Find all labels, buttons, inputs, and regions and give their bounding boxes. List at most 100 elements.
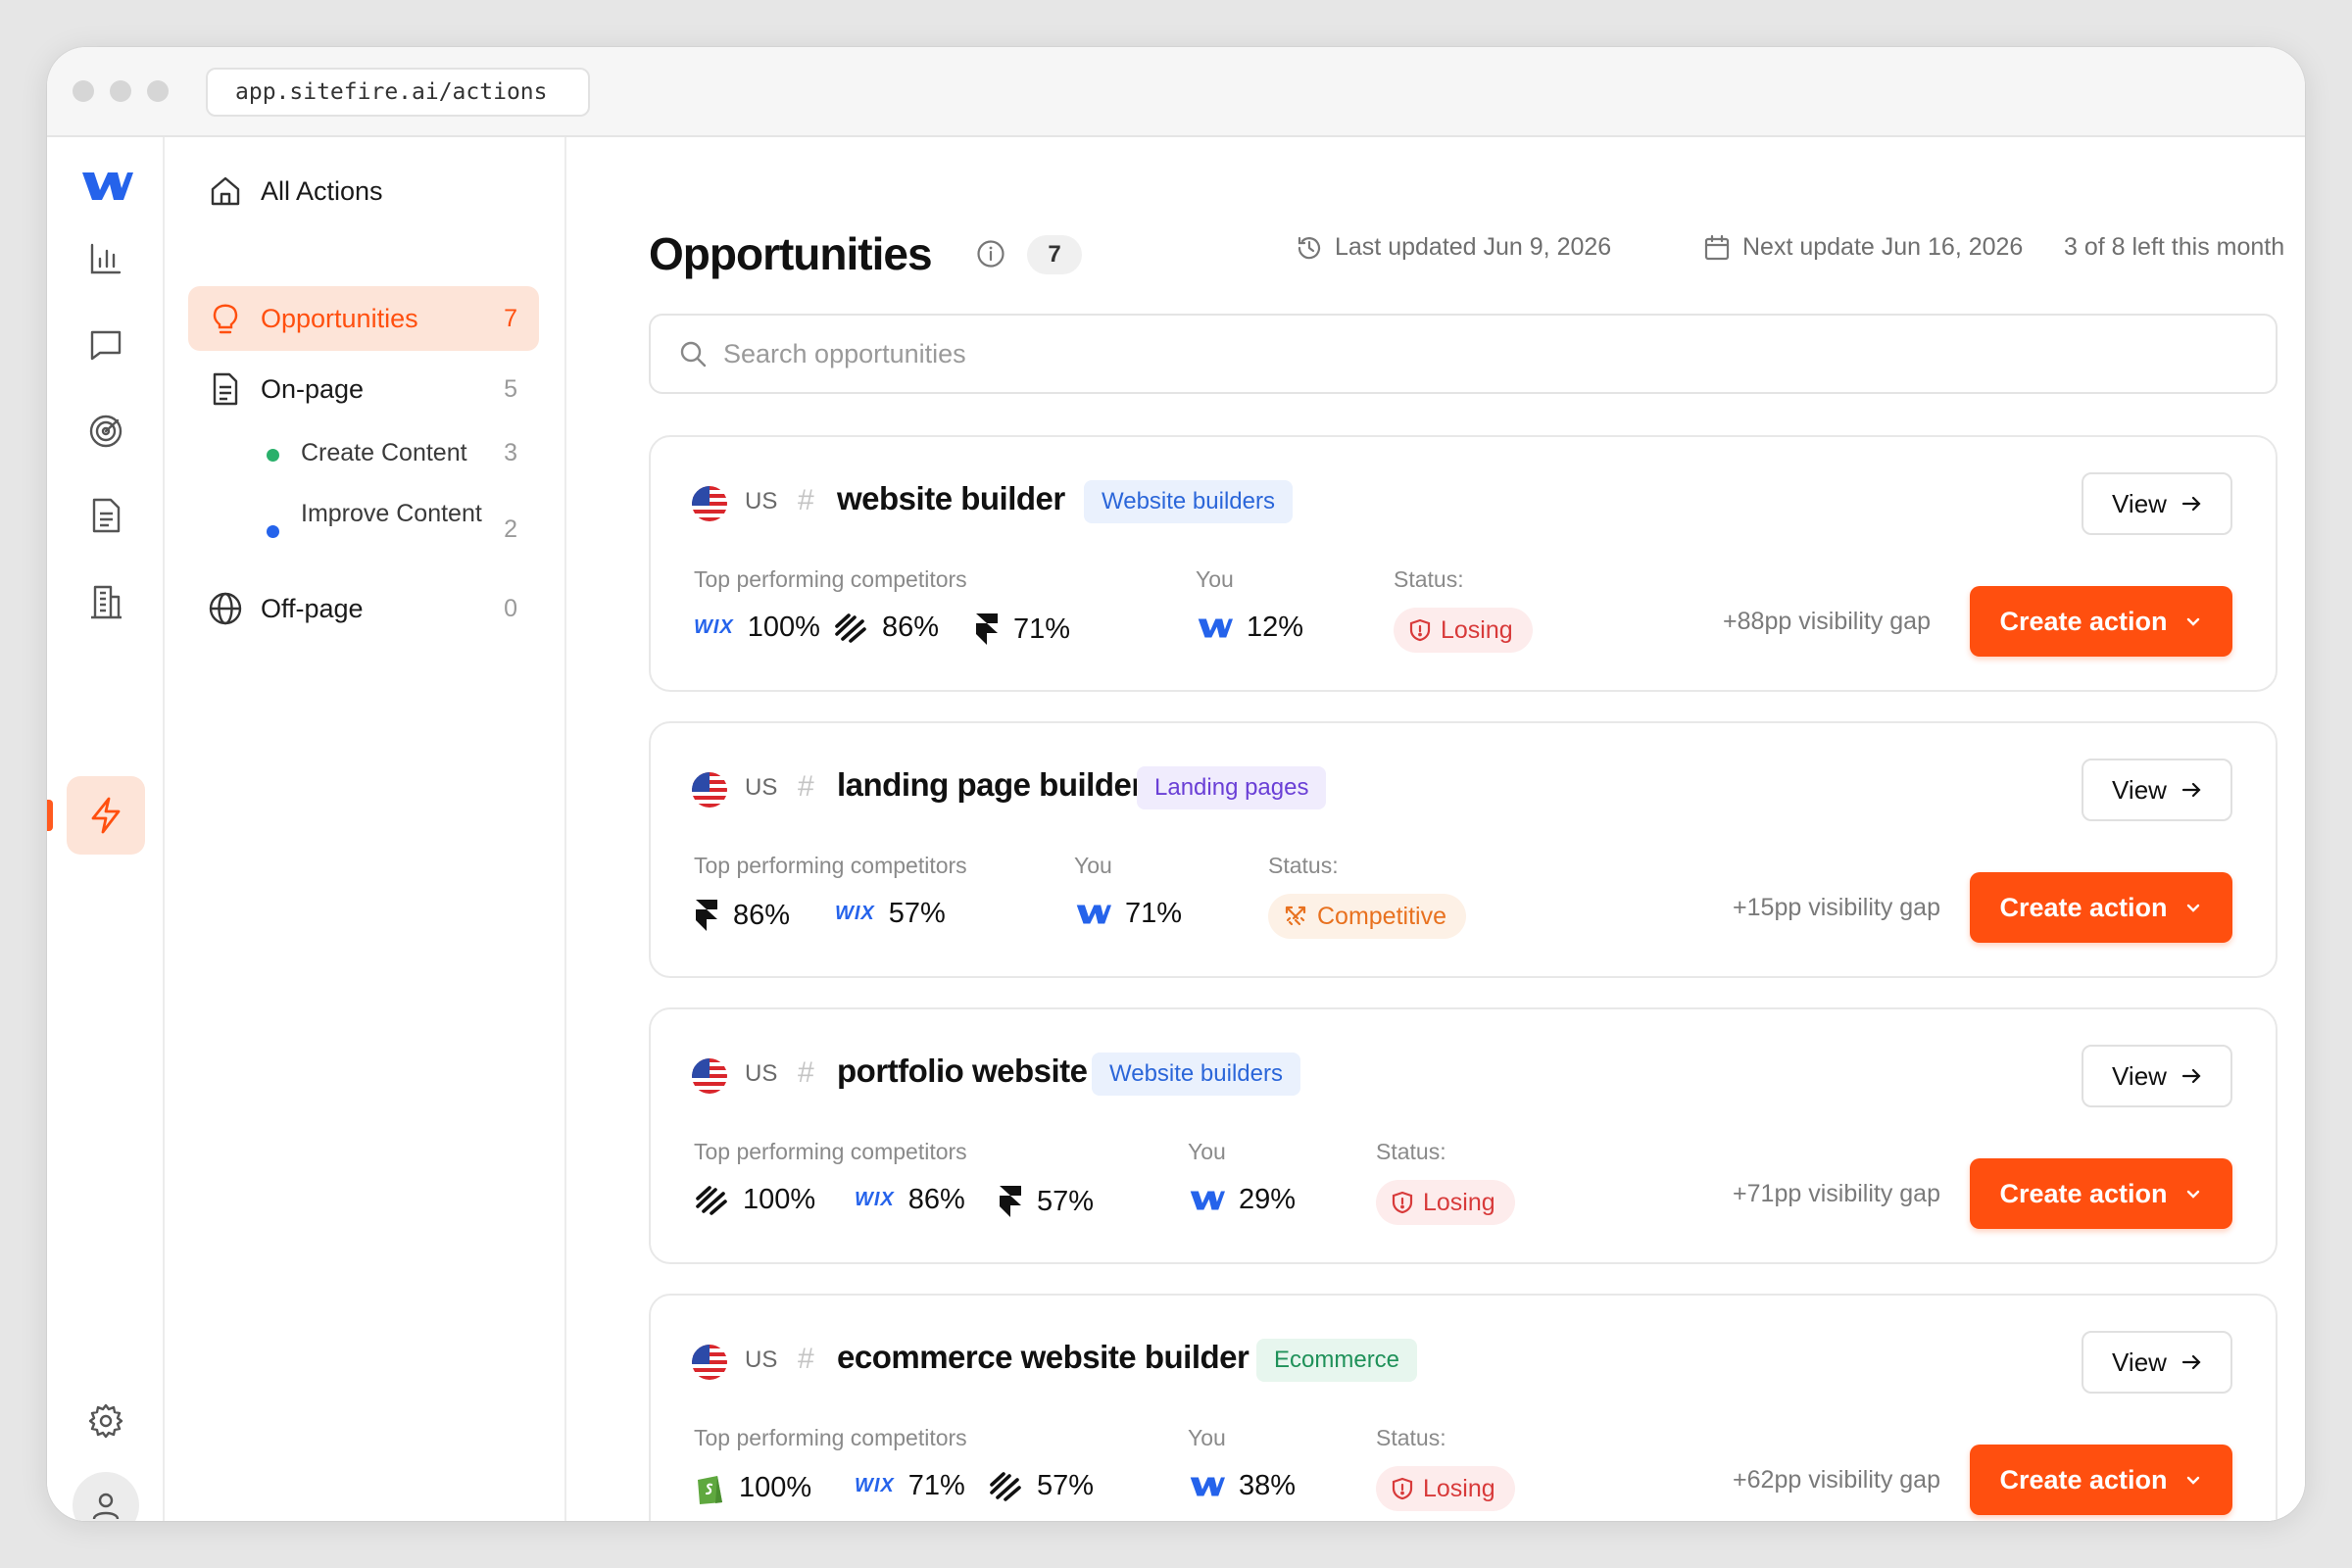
competitor-pct: 100%: [739, 1471, 812, 1503]
sidebar-item-all-actions[interactable]: All Actions: [188, 159, 539, 223]
opportunity-card: US # website builder Website builders Vi…: [649, 435, 2278, 692]
status-text: Losing: [1441, 615, 1513, 644]
actions-bolt-icon[interactable]: [67, 776, 145, 855]
competitor-pct: 100%: [747, 612, 820, 643]
competitor-score: 86%: [833, 612, 939, 644]
create-action-button[interactable]: Create action: [1970, 1445, 2232, 1515]
view-label: View: [2112, 1347, 2167, 1377]
view-button[interactable]: View: [2082, 472, 2232, 535]
competitor-pct: 86%: [733, 899, 791, 931]
calendar-icon: [1704, 234, 1730, 260]
document-icon: [208, 371, 243, 407]
category-tag: Landing pages: [1137, 766, 1327, 809]
you-label: You: [1188, 1425, 1226, 1450]
country-code: US: [745, 1060, 778, 1087]
sidebar-subitem-label: Improve Content: [301, 500, 482, 527]
settings-gear-icon[interactable]: [82, 1397, 129, 1445]
create-action-button[interactable]: Create action: [1970, 1158, 2232, 1229]
create-action-button[interactable]: Create action: [1970, 586, 2232, 657]
view-button[interactable]: View: [2082, 1331, 2232, 1394]
user-avatar[interactable]: [73, 1472, 139, 1521]
search-bar[interactable]: [649, 314, 2278, 394]
search-input[interactable]: [723, 338, 2193, 369]
active-rail-marker: [47, 800, 53, 831]
competitor-pct: 71%: [1013, 612, 1071, 645]
wix-logo-icon: WIX: [855, 1189, 895, 1210]
your-pct: 29%: [1239, 1184, 1297, 1215]
main-content: Opportunities 7 Last updated Jun 9, 2026…: [566, 137, 2305, 1521]
status-badge: Losing: [1394, 608, 1533, 653]
competitor-pct: 71%: [907, 1470, 965, 1501]
you-label: You: [1196, 566, 1234, 592]
sidebar-item-count: 5: [504, 374, 517, 403]
your-pct: 71%: [1125, 898, 1183, 929]
competitor-pct: 100%: [743, 1184, 816, 1215]
icon-rail: [47, 137, 165, 1521]
country-code: US: [745, 774, 778, 801]
monthly-quota: 3 of 8 left this month: [2064, 233, 2284, 262]
sidebar-item-count: 0: [504, 594, 517, 622]
competitor-score: 86%: [694, 898, 790, 933]
sidebar-subitem-create-content[interactable]: Create Content 3: [188, 437, 539, 468]
sidebar-item-label: Off-page: [261, 593, 364, 623]
webflow-logo-icon[interactable]: [76, 163, 135, 210]
status-text: Losing: [1423, 1188, 1495, 1216]
visibility-gap: +88pp visibility gap: [1723, 608, 1931, 635]
lightbulb-icon: [208, 301, 243, 336]
webflow-logo-icon: [1188, 1474, 1225, 1499]
status-text: Competitive: [1317, 902, 1446, 930]
opportunity-card: US # landing page builder Landing pages …: [649, 721, 2278, 978]
wix-logo-icon: WIX: [835, 903, 875, 924]
sidebar-item-off-page[interactable]: Off-page 0: [188, 576, 539, 641]
create-action-label: Create action: [1999, 1464, 2168, 1494]
window-zoom-dot[interactable]: [147, 80, 169, 102]
sidebar-item-opportunities[interactable]: Opportunities 7: [188, 286, 539, 351]
window-minimize-dot[interactable]: [110, 80, 131, 102]
view-label: View: [2112, 1060, 2167, 1091]
sidebar-item-on-page[interactable]: On-page 5: [188, 357, 539, 421]
chat-icon[interactable]: [82, 321, 129, 368]
view-button[interactable]: View: [2082, 1045, 2232, 1107]
create-action-button[interactable]: Create action: [1970, 872, 2232, 943]
search-icon: [680, 341, 707, 368]
sidebar-subitem-improve-content[interactable]: Improve Content 2: [188, 498, 539, 543]
keyword: portfolio website: [837, 1053, 1088, 1089]
sidebar-subitem-count: 2: [504, 515, 517, 543]
competitor-score: 57%: [998, 1184, 1094, 1219]
squarespace-logo-icon: [988, 1471, 1023, 1502]
us-flag-icon: [692, 1058, 727, 1094]
competitors-label: Top performing competitors: [694, 1425, 967, 1450]
status-label: Status:: [1376, 1139, 1446, 1164]
us-flag-icon: [692, 1345, 727, 1380]
country-code: US: [745, 488, 778, 514]
building-icon[interactable]: [82, 578, 129, 625]
radar-icon[interactable]: [82, 408, 129, 455]
competitor-pct: 57%: [1037, 1470, 1095, 1501]
keyword: ecommerce website builder: [837, 1339, 1250, 1375]
competitor-score: 100%: [694, 1470, 811, 1505]
analytics-icon[interactable]: [82, 235, 129, 282]
hash-icon: #: [798, 770, 814, 803]
arrow-right-icon: [2181, 496, 2201, 512]
window-close-dot[interactable]: [73, 80, 94, 102]
status-text: Losing: [1423, 1474, 1495, 1502]
hash-icon: #: [798, 484, 814, 516]
app-window: app.sitefire.ai/actions All Actions Oppo…: [47, 47, 2305, 1521]
status-label: Status:: [1376, 1425, 1446, 1450]
next-update-text: Next update Jun 16, 2026: [1742, 233, 2024, 261]
competitors-label: Top performing competitors: [694, 853, 967, 878]
country-code: US: [745, 1347, 778, 1373]
framer-logo-icon: [998, 1184, 1023, 1219]
your-score: 38%: [1188, 1470, 1296, 1502]
wix-logo-icon: WIX: [855, 1475, 895, 1496]
create-action-label: Create action: [1999, 1178, 2168, 1208]
browser-titlebar: app.sitefire.ai/actions: [47, 47, 2305, 137]
your-score: 29%: [1188, 1184, 1296, 1216]
competitor-score: WIX 100%: [694, 612, 820, 644]
shield-alert-icon: [1392, 1191, 1413, 1214]
address-bar[interactable]: app.sitefire.ai/actions: [206, 68, 590, 117]
chevron-down-icon: [2186, 617, 2199, 626]
view-button[interactable]: View: [2082, 759, 2232, 821]
document-icon[interactable]: [82, 492, 129, 539]
info-icon[interactable]: [976, 239, 1005, 269]
